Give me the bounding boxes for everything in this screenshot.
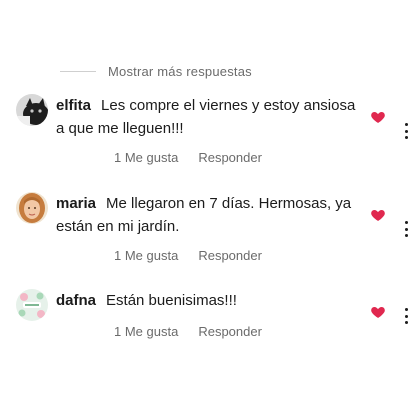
dot xyxy=(404,227,408,231)
comment-username[interactable]: dafna xyxy=(56,292,96,309)
show-more-replies-label[interactable]: Mostrar más respuestas xyxy=(108,64,252,79)
more-options-button[interactable] xyxy=(400,123,412,139)
like-count[interactable]: 1 Me gusta xyxy=(114,324,178,339)
comment-actions: 1 Me gusta Responder xyxy=(114,248,262,263)
reply-button[interactable]: Responder xyxy=(198,324,262,339)
cat-photo-avatar-icon xyxy=(16,94,48,126)
dot xyxy=(404,136,408,139)
comment-username[interactable]: elfita xyxy=(56,97,91,114)
reply-button[interactable]: Responder xyxy=(198,248,262,263)
avatar[interactable] xyxy=(16,289,48,321)
more-options-button[interactable] xyxy=(400,221,412,237)
avatar[interactable] xyxy=(16,94,48,126)
comment-body: elfita Les compre el viernes y estoy ansi… xyxy=(56,94,356,140)
heart-icon xyxy=(371,307,385,318)
comment-text: Están buenisimas!!! xyxy=(106,292,237,309)
comment-actions: 1 Me gusta Responder xyxy=(114,150,262,165)
heart-icon xyxy=(371,210,385,221)
dot xyxy=(404,314,408,318)
comment-text: Me llegaron en 7 días. Hermosas, ya está… xyxy=(56,195,352,235)
comment-actions: 1 Me gusta Responder xyxy=(114,324,262,339)
comment-body: dafna Están buenisimas!!! xyxy=(56,289,356,312)
like-button[interactable] xyxy=(370,304,386,320)
dot xyxy=(404,234,408,237)
more-options-button[interactable] xyxy=(400,308,412,324)
avatar[interactable] xyxy=(16,192,48,224)
floral-logo-avatar-icon xyxy=(16,289,48,321)
reply-button[interactable]: Responder xyxy=(198,150,262,165)
dot xyxy=(404,123,408,126)
like-button[interactable] xyxy=(370,207,386,223)
like-button[interactable] xyxy=(370,109,386,125)
dot xyxy=(404,308,408,311)
like-count[interactable]: 1 Me gusta xyxy=(114,150,178,165)
like-count[interactable]: 1 Me gusta xyxy=(114,248,178,263)
show-more-replies[interactable]: Mostrar más respuestas xyxy=(60,64,252,79)
dot xyxy=(404,321,408,324)
dot xyxy=(404,221,408,224)
comment-body: maria Me llegaron en 7 días. Hermosas, ya… xyxy=(56,192,356,238)
woman-photo-avatar-icon xyxy=(16,192,48,224)
comment-username[interactable]: maria xyxy=(56,195,96,212)
comment-text: Les compre el viernes y estoy ansiosa a … xyxy=(56,97,356,137)
heart-icon xyxy=(371,112,385,123)
divider-line xyxy=(60,71,96,72)
dot xyxy=(404,129,408,133)
